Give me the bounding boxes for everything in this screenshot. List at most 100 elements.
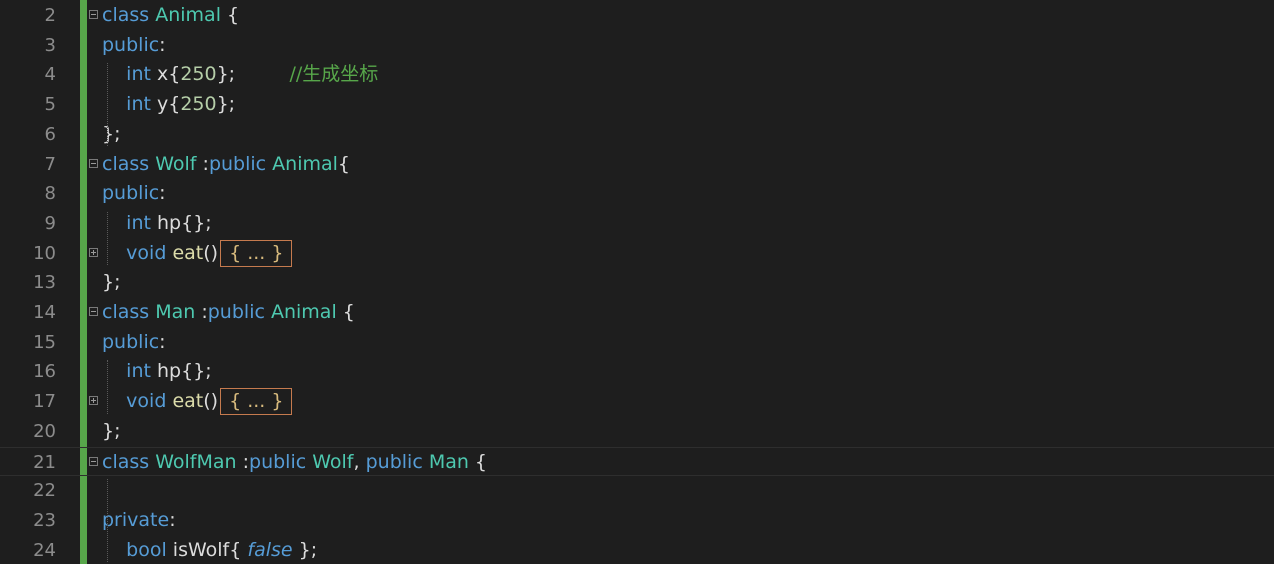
collapse-region-icon[interactable] — [89, 158, 98, 168]
line-number: 22 — [33, 480, 56, 502]
code-text[interactable]: int hp{}; — [102, 357, 212, 387]
code-line[interactable]: 7 class Wolf :public Animal{ — [0, 150, 1274, 180]
code-token: public — [207, 301, 265, 323]
collapse-region-icon[interactable] — [89, 307, 98, 316]
code-token: { — [468, 450, 488, 473]
code-token: false — [247, 538, 293, 561]
code-line[interactable]: 20}; — [0, 417, 1274, 447]
code-text[interactable]: class WolfMan :public Wolf, public Man { — [102, 448, 487, 478]
code-text[interactable]: bool isWolf{ false }; — [102, 536, 317, 564]
code-token: : — [159, 33, 166, 56]
code-token: //生成坐标 — [289, 63, 379, 86]
indent-guide — [107, 360, 108, 414]
code-token: , — [353, 450, 366, 473]
code-line[interactable]: 9 int hp{}; — [0, 209, 1274, 239]
code-token: isWolf{ — [166, 538, 248, 561]
collapsed-block-indicator[interactable]: { ... } — [220, 388, 293, 416]
line-number: 8 — [44, 183, 56, 205]
code-text[interactable]: private: — [102, 506, 176, 536]
code-text[interactable]: int y{250}; — [102, 90, 235, 120]
code-text[interactable]: void eat(){ ... } — [102, 239, 293, 269]
line-number: 17 — [33, 391, 56, 413]
code-token: : — [159, 330, 166, 353]
code-token: Animal — [270, 301, 337, 323]
line-number: 5 — [44, 94, 56, 116]
line-number: 13 — [33, 272, 56, 294]
code-token: hp{}; — [150, 211, 212, 234]
code-text[interactable]: class Animal { — [102, 1, 239, 31]
code-token: Animal — [155, 4, 221, 26]
code-token: }; — [216, 63, 290, 86]
code-line[interactable]: 17 void eat(){ ... } — [0, 387, 1274, 417]
collapsed-block-indicator[interactable]: { ... } — [220, 239, 293, 267]
line-number: 9 — [44, 212, 56, 234]
expand-region-icon[interactable] — [89, 247, 98, 257]
code-text[interactable]: public: — [102, 31, 166, 61]
code-token: }; — [292, 538, 318, 561]
code-token: void — [126, 241, 167, 264]
code-text[interactable]: class Man :public Animal { — [102, 298, 355, 328]
code-line[interactable]: 14 class Man :public Animal { — [0, 298, 1274, 328]
code-line[interactable]: 6}; — [0, 120, 1274, 150]
line-number: 21 — [33, 451, 56, 473]
code-token: : — [236, 450, 250, 473]
code-text[interactable]: int x{250}; //生成坐标 — [102, 60, 378, 90]
code-token: }; — [102, 271, 121, 294]
line-number: 3 — [44, 34, 56, 56]
code-line[interactable]: 15 public: — [0, 328, 1274, 358]
code-token: WolfMan — [155, 450, 237, 473]
code-line[interactable]: 2 class Animal { — [0, 1, 1274, 31]
code-line[interactable]: 16 int hp{}; — [0, 357, 1274, 387]
indent-guide — [107, 63, 108, 147]
code-line[interactable]: 22 — [0, 476, 1274, 506]
code-token: }; — [102, 122, 121, 145]
code-token: public — [102, 33, 160, 56]
code-token: () — [203, 241, 219, 264]
code-editor[interactable]: 2 class Animal {3 public: 4 int x{250}; //生… — [0, 0, 1274, 564]
code-token: int — [126, 360, 151, 383]
code-token: Man — [155, 301, 196, 323]
code-line[interactable]: 24 bool isWolf{ false }; — [0, 536, 1274, 564]
code-text[interactable]: public: — [102, 179, 166, 209]
line-number: 2 — [44, 5, 56, 26]
code-token: class — [102, 152, 150, 175]
code-token: }; — [102, 419, 121, 442]
code-token: public — [365, 450, 423, 473]
code-token: x{ — [150, 63, 181, 86]
code-text[interactable]: class Wolf :public Animal{ — [102, 150, 350, 180]
code-token: public — [102, 182, 160, 205]
code-token: void — [126, 390, 167, 413]
code-line[interactable]: 21 class WolfMan :public Wolf, public Man… — [0, 446, 1274, 478]
code-line[interactable]: 13}; — [0, 268, 1274, 298]
code-token: private — [102, 508, 170, 531]
code-line[interactable]: 23 private: — [0, 506, 1274, 536]
code-token: Man — [428, 450, 469, 473]
code-line[interactable]: 8 public: — [0, 179, 1274, 209]
code-token: { — [337, 152, 350, 175]
code-text[interactable]: }; — [102, 268, 121, 298]
code-text[interactable]: void eat(){ ... } — [102, 387, 293, 417]
code-line[interactable]: 10 void eat(){ ... } — [0, 239, 1274, 269]
code-line[interactable]: 4 int x{250}; //生成坐标 — [0, 60, 1274, 90]
code-token: public — [208, 152, 267, 175]
code-token: 250 — [180, 63, 217, 86]
code-line[interactable]: 3 public: — [0, 31, 1274, 61]
collapse-region-icon[interactable] — [89, 456, 98, 466]
code-text[interactable]: int hp{}; — [102, 209, 212, 239]
line-number: 14 — [33, 302, 56, 323]
code-token: eat — [172, 241, 204, 264]
code-token: { — [336, 301, 355, 323]
code-text[interactable]: }; — [102, 120, 121, 150]
code-text[interactable]: }; — [102, 417, 121, 447]
code-line[interactable]: 5 int y{250}; — [0, 90, 1274, 120]
code-token: public — [249, 450, 307, 473]
code-text[interactable]: public: — [102, 328, 166, 358]
collapse-region-icon[interactable] — [89, 10, 98, 19]
expand-region-icon[interactable] — [89, 396, 98, 406]
